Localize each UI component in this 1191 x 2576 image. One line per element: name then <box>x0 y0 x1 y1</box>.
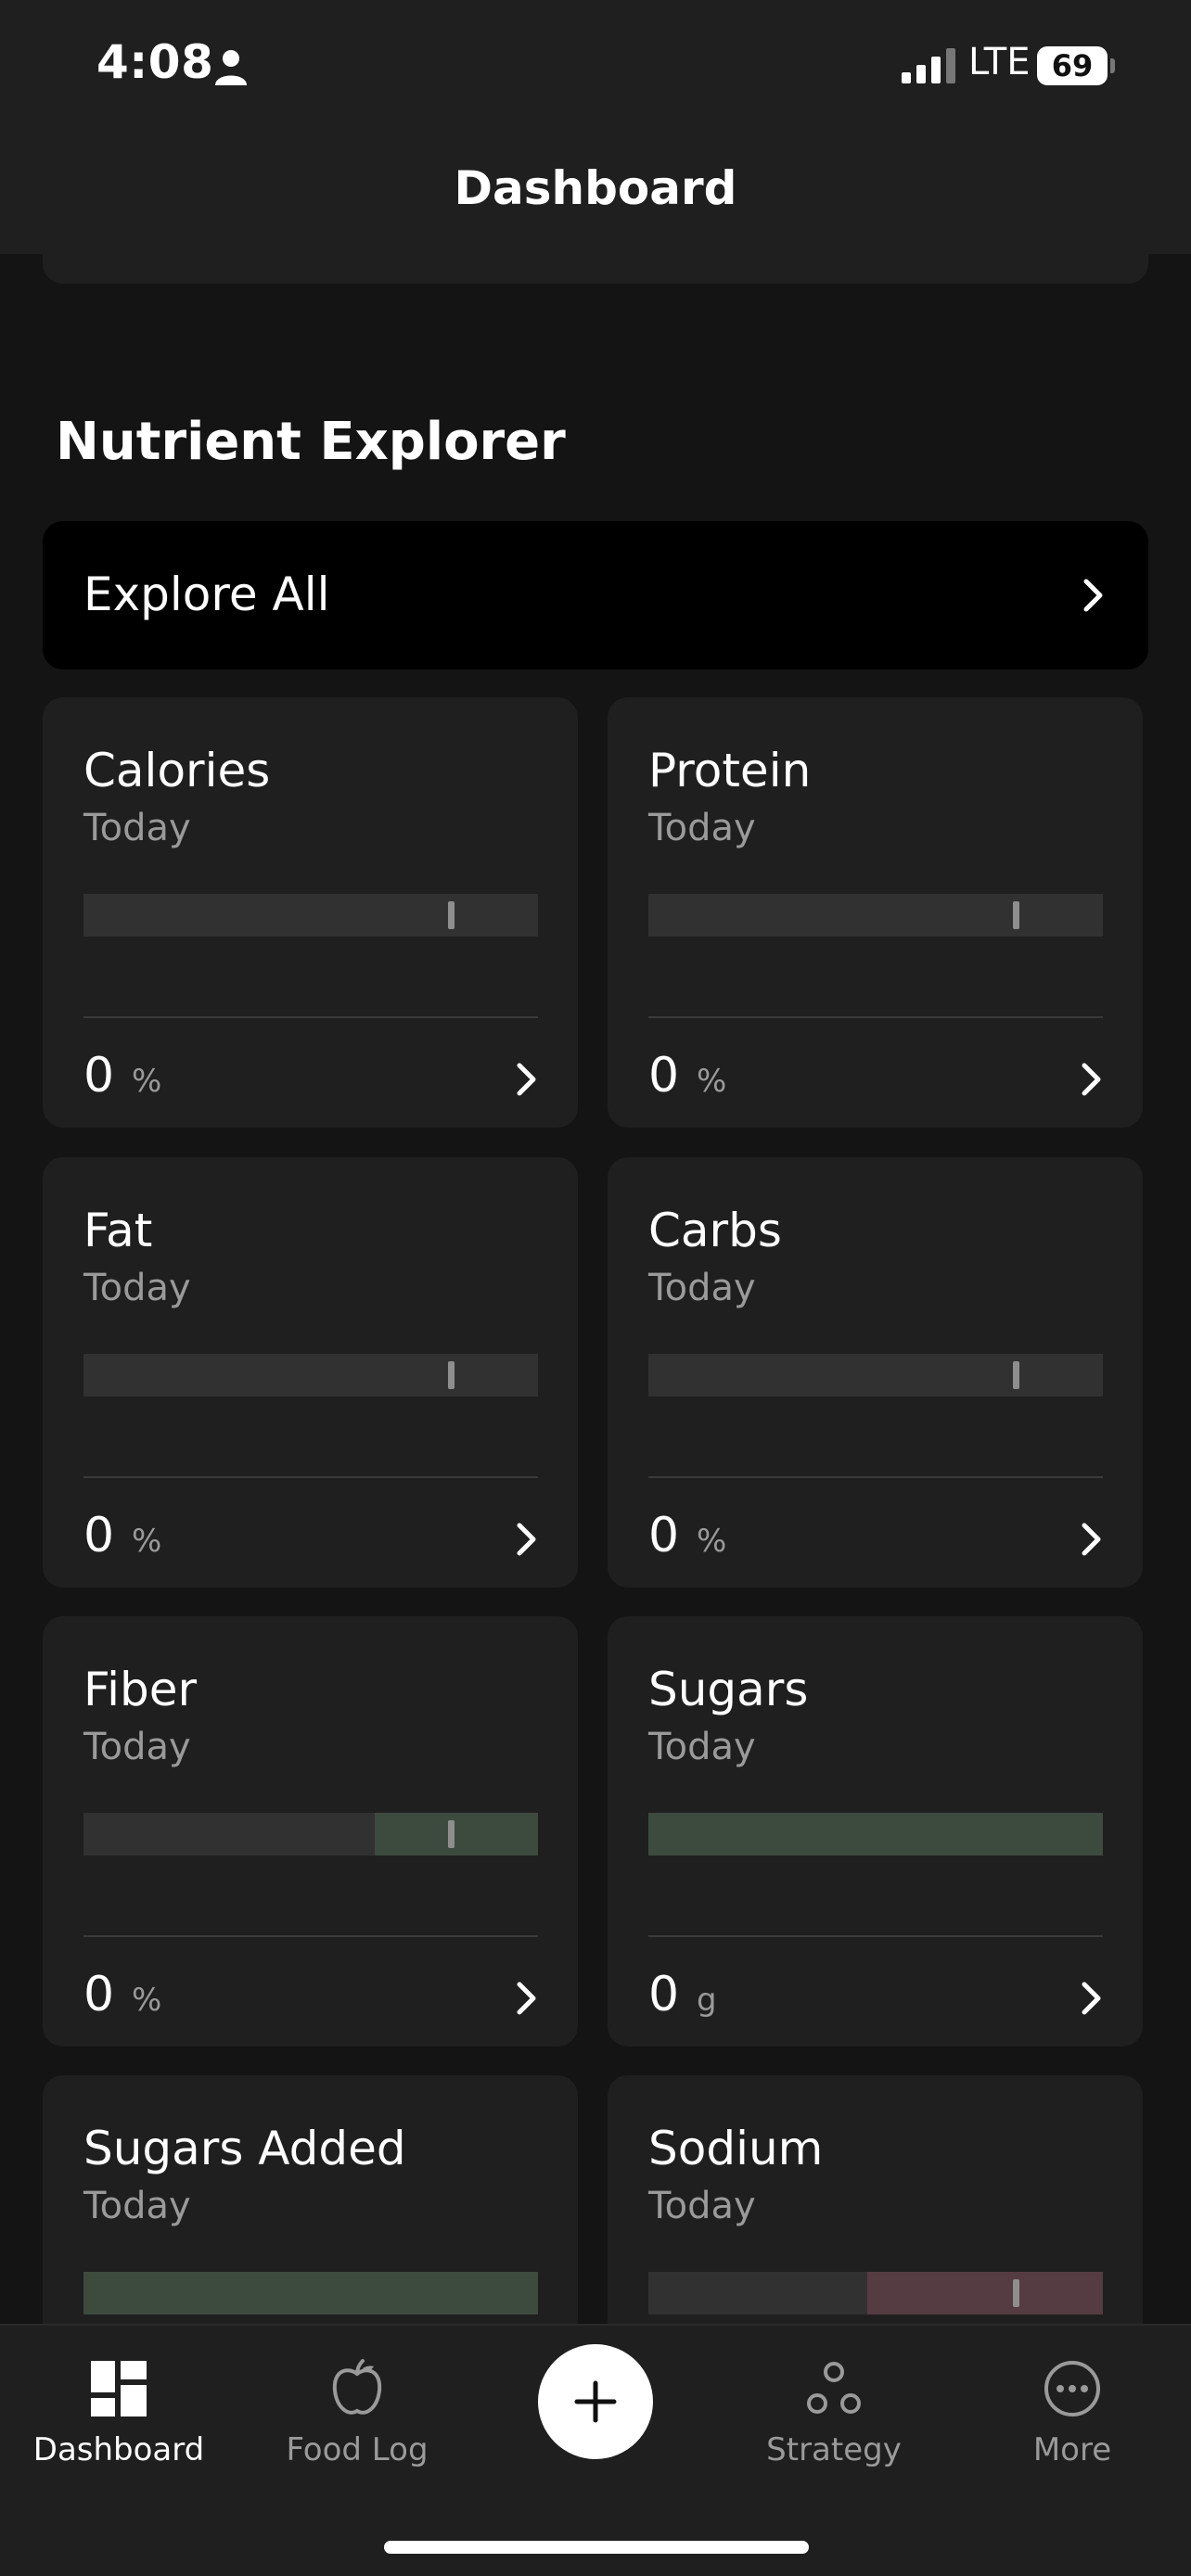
progress-bar <box>648 1354 1103 1396</box>
card-subtitle: Today <box>83 1267 191 1309</box>
strategy-icon <box>807 2362 861 2414</box>
progress-bar <box>83 1813 538 1855</box>
nutrient-card-protein[interactable]: Protein Today 0 % <box>608 697 1143 1128</box>
card-unit: % <box>697 1523 727 1560</box>
divider <box>648 1935 1103 1937</box>
tab-label: Strategy <box>766 2431 902 2468</box>
nutrient-card-fat[interactable]: Fat Today 0 % <box>43 1157 578 1588</box>
plus-icon <box>574 2380 617 2423</box>
target-zone <box>83 2272 538 2315</box>
card-title: Carbs <box>648 1204 782 1257</box>
tab-strategy[interactable]: Strategy <box>723 2359 945 2489</box>
page-title: Dashboard <box>454 161 737 215</box>
tab-label: Dashboard <box>32 2431 205 2468</box>
add-button[interactable] <box>538 2344 653 2459</box>
chevron-right-icon <box>1083 579 1103 612</box>
chevron-right-icon <box>1082 1982 1101 2015</box>
tab-label: Food Log <box>286 2431 429 2468</box>
status-time: 4:08 <box>96 35 214 89</box>
card-title: Sodium <box>648 2122 824 2175</box>
divider <box>83 1476 538 1478</box>
progress-bar <box>83 2272 538 2315</box>
progress-bar <box>648 894 1103 937</box>
target-marker <box>1013 2279 1019 2307</box>
progress-bar <box>648 2272 1103 2315</box>
progress-bar <box>83 1354 538 1396</box>
card-unit: % <box>132 1063 162 1100</box>
card-subtitle: Today <box>83 2185 191 2227</box>
divider <box>648 1016 1103 1018</box>
card-unit: % <box>697 1063 727 1100</box>
progress-bar <box>648 1813 1103 1855</box>
card-title: Fiber <box>83 1663 198 1716</box>
tab-label: More <box>1032 2431 1112 2468</box>
section-title: Nutrient Explorer <box>56 412 566 472</box>
card-value: 0 <box>648 1048 680 1103</box>
nutrient-card-fiber[interactable]: Fiber Today 0 % <box>43 1616 578 2047</box>
chevron-right-icon <box>1082 1523 1101 1556</box>
card-subtitle: Today <box>648 2185 756 2227</box>
card-subtitle: Today <box>83 807 191 849</box>
tab-bar: Dashboard Food Log Strategy More <box>0 2324 1191 2576</box>
card-value: 0 <box>83 1048 115 1103</box>
card-subtitle: Today <box>648 807 756 849</box>
card-title: Protein <box>648 744 812 797</box>
chevron-right-icon <box>517 1982 536 2015</box>
chevron-right-icon <box>517 1063 536 1096</box>
nutrient-card-sugars[interactable]: Sugars Today 0 g <box>608 1616 1143 2047</box>
card-subtitle: Today <box>648 1267 756 1309</box>
person-icon <box>215 50 247 85</box>
card-value: 0 <box>83 1967 115 2022</box>
more-icon <box>1044 2361 1100 2417</box>
card-title: Fat <box>83 1204 153 1257</box>
target-marker <box>448 1361 455 1389</box>
card-value: 0 <box>648 1508 680 1563</box>
top-bar: 4:08 LTE 69 Dashboard <box>0 0 1191 254</box>
target-zone <box>648 1813 1103 1855</box>
signal-icon <box>902 48 955 83</box>
divider <box>648 1476 1103 1478</box>
network-label: LTE <box>968 41 1031 83</box>
nutrient-card-carbs[interactable]: Carbs Today 0 % <box>608 1157 1143 1588</box>
card-value: 0 <box>83 1508 115 1563</box>
divider <box>83 1016 538 1018</box>
card-unit: % <box>132 1523 162 1560</box>
target-marker <box>448 1820 455 1848</box>
card-value: 0 <box>648 1967 680 2022</box>
target-marker <box>448 901 455 929</box>
tab-food-log[interactable]: Food Log <box>246 2359 468 2489</box>
target-marker <box>1013 1361 1019 1389</box>
divider <box>83 1935 538 1937</box>
home-indicator <box>384 2541 809 2554</box>
card-subtitle: Today <box>648 1726 756 1768</box>
tab-more[interactable]: More <box>961 2359 1184 2489</box>
card-title: Calories <box>83 744 271 797</box>
chevron-right-icon <box>1082 1063 1101 1096</box>
progress-bar <box>83 894 538 937</box>
card-unit: g <box>697 1982 717 2019</box>
target-marker <box>1013 901 1019 929</box>
explore-all-button[interactable]: Explore All <box>43 521 1148 670</box>
tab-dashboard[interactable]: Dashboard <box>7 2359 230 2489</box>
card-title: Sugars Added <box>83 2122 406 2175</box>
apple-icon <box>332 2359 382 2415</box>
limit-zone <box>867 2272 1103 2315</box>
chevron-right-icon <box>517 1523 536 1556</box>
battery-level: 69 <box>1037 46 1108 85</box>
target-zone <box>375 1813 538 1855</box>
nutrient-card-calories[interactable]: Calories Today 0 % <box>43 697 578 1128</box>
dashboard-icon <box>91 2361 147 2417</box>
card-unit: % <box>132 1982 162 2019</box>
card-subtitle: Today <box>83 1726 191 1768</box>
card-title: Sugars <box>648 1663 809 1716</box>
explore-all-label: Explore All <box>83 567 330 621</box>
battery-icon: 69 <box>1037 46 1115 85</box>
